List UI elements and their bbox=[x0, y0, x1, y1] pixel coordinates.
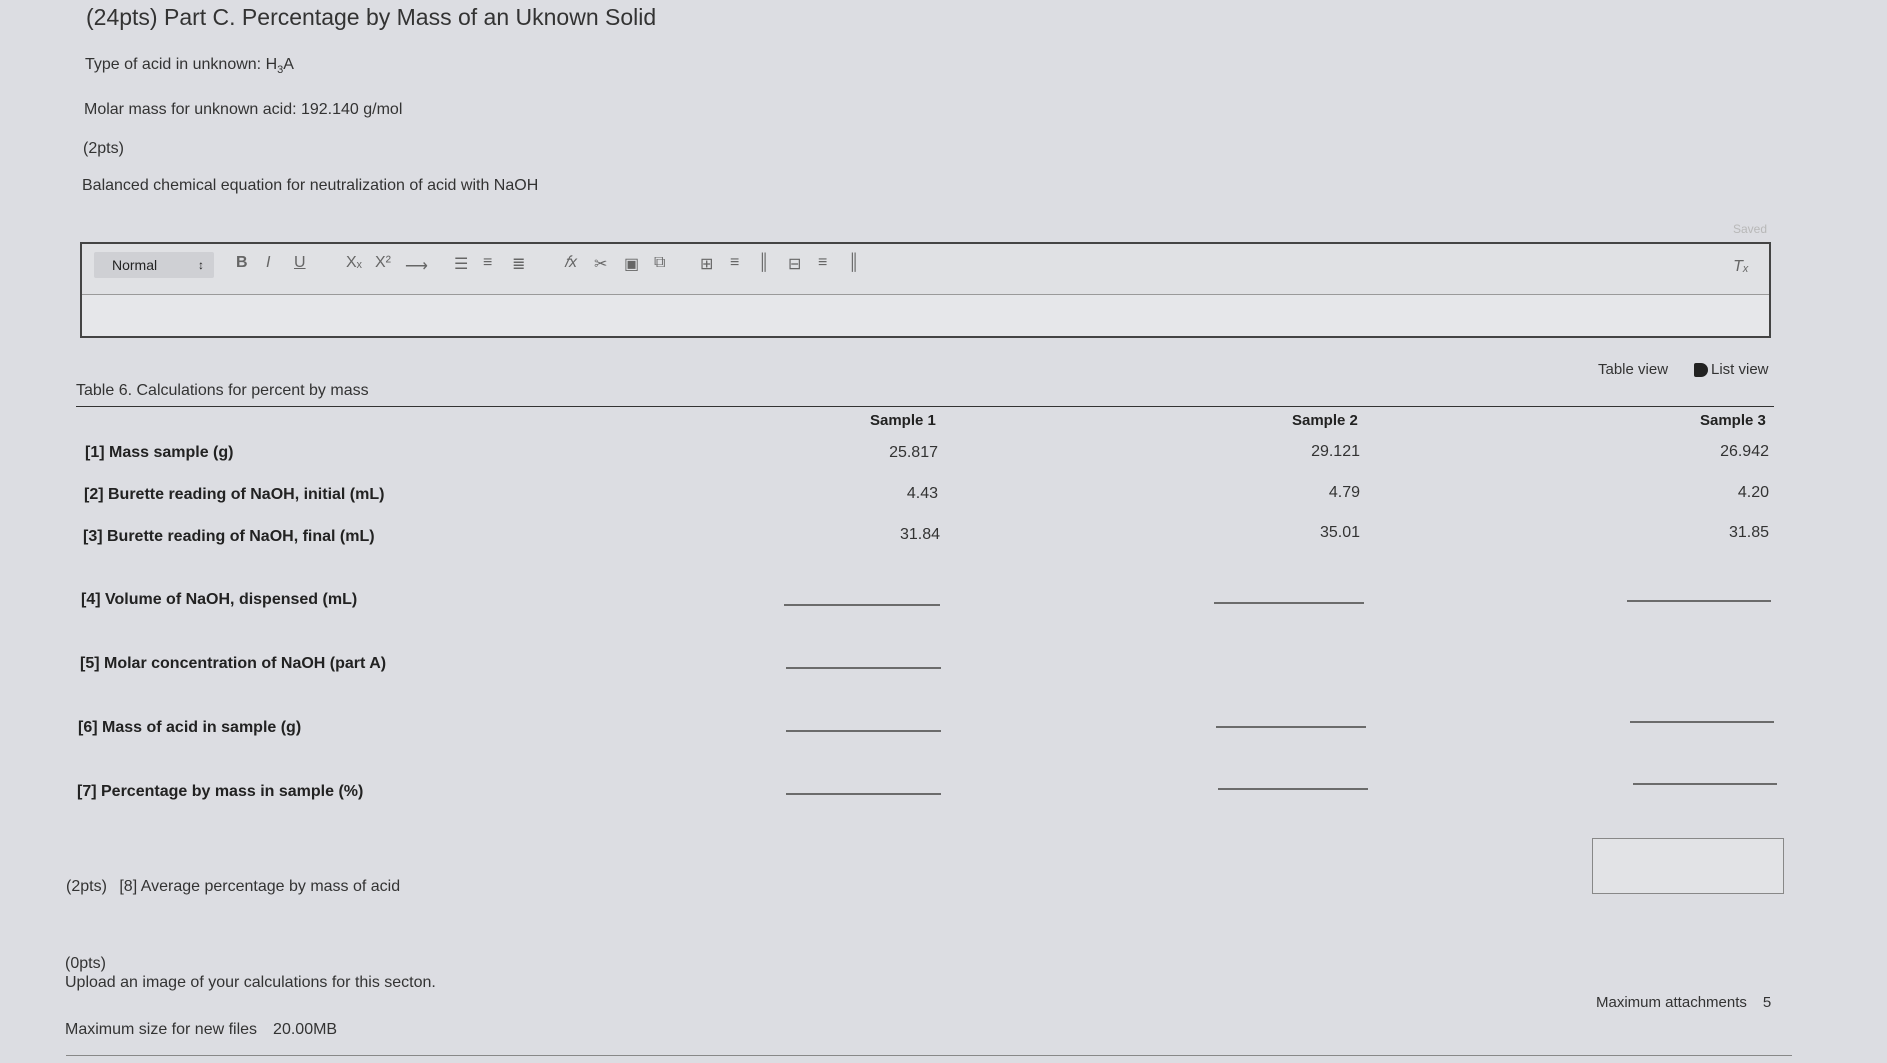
image-icon[interactable]: ▣ bbox=[624, 254, 639, 274]
input-volume-sample-3[interactable] bbox=[1627, 600, 1771, 602]
row-label-naoh-concentration: [5] Molar concentration of NaOH (part A) bbox=[80, 655, 387, 672]
average-points: (2pts) bbox=[66, 878, 107, 895]
cell-final-sample-2: 35.01 bbox=[1319, 524, 1360, 541]
cell-initial-sample-3: 4.20 bbox=[1737, 484, 1769, 501]
acid-type: Type of acid in unknown: H3A bbox=[85, 56, 294, 76]
link-icon[interactable]: ✂ bbox=[594, 254, 607, 274]
italic-button[interactable]: I bbox=[266, 254, 270, 272]
editor-toolbar: Normal ↕ B I U Xₓ X² ⟶ ☰ ≡ ≣ 𝑓x ✂ ▣ ⧉ ⊞ ≡… bbox=[82, 244, 1769, 295]
arrow-button[interactable]: ⟶ bbox=[405, 256, 428, 276]
list-view-label: List view bbox=[1711, 361, 1769, 378]
row-label-mass-sample: [1] Mass sample (g) bbox=[85, 444, 234, 461]
input-concentration-sample-1[interactable] bbox=[786, 667, 941, 669]
list-view-option[interactable]: List view bbox=[1694, 361, 1769, 378]
equation-points: (2pts) bbox=[83, 140, 124, 157]
insert-row-above-icon[interactable]: ≡ bbox=[730, 254, 739, 272]
saved-indicator: Saved bbox=[1732, 222, 1767, 236]
section-title: (24pts) Part C. Percentage by Mass of an… bbox=[86, 4, 657, 30]
upload-points: (0pts) bbox=[65, 955, 106, 972]
cell-mass-sample-3: 26.942 bbox=[1720, 443, 1769, 460]
merge-cells-icon[interactable]: ⊟ bbox=[788, 254, 801, 274]
input-mass-acid-sample-2[interactable] bbox=[1216, 726, 1366, 728]
ordered-list-icon[interactable]: ☰ bbox=[454, 254, 468, 274]
toggle-switch-icon[interactable] bbox=[1694, 363, 1708, 378]
format-select[interactable]: Normal ↕ bbox=[94, 252, 214, 278]
subscript-button[interactable]: Xₓ bbox=[346, 254, 362, 272]
clear-format-icon[interactable]: Tₓ bbox=[1733, 258, 1749, 276]
cell-initial-sample-1: 4.43 bbox=[906, 485, 938, 502]
input-volume-sample-2[interactable] bbox=[1214, 602, 1364, 604]
upload-area-border[interactable] bbox=[66, 1055, 1792, 1056]
equation-editor: Normal ↕ B I U Xₓ X² ⟶ ☰ ≡ ≣ 𝑓x ✂ ▣ ⧉ ⊞ ≡… bbox=[80, 242, 1771, 338]
input-volume-sample-1[interactable] bbox=[784, 604, 940, 606]
column-header-sample-1: Sample 1 bbox=[870, 412, 936, 429]
input-percentage-sample-3[interactable] bbox=[1633, 783, 1777, 785]
row-label-mass-acid: [6] Mass of acid in sample (g) bbox=[78, 719, 302, 736]
max-attachments: Maximum attachments 5 bbox=[1596, 994, 1772, 1011]
insert-column-left-icon[interactable]: ║ bbox=[758, 254, 769, 272]
row-label-burette-final: [3] Burette reading of NaOH, final (mL) bbox=[83, 528, 375, 545]
unordered-list-icon[interactable]: ≡ bbox=[483, 254, 492, 272]
column-header-sample-2: Sample 2 bbox=[1292, 412, 1358, 429]
table-top-rule bbox=[76, 406, 1774, 407]
equation-prompt: Balanced chemical equation for neutraliz… bbox=[82, 177, 539, 194]
cell-final-sample-1: 31.84 bbox=[899, 526, 940, 543]
editor-input[interactable] bbox=[82, 295, 1769, 336]
input-percentage-sample-2[interactable] bbox=[1218, 788, 1368, 790]
superscript-button[interactable]: X² bbox=[375, 254, 391, 272]
align-icon[interactable]: ≣ bbox=[512, 254, 525, 274]
molar-mass: Molar mass for unknown acid: 192.140 g/m… bbox=[84, 101, 403, 118]
cell-initial-sample-2: 4.79 bbox=[1328, 484, 1360, 501]
average-label: [8] Average percentage by mass of acid bbox=[119, 878, 401, 895]
insert-column-right-icon[interactable]: ║ bbox=[848, 254, 859, 272]
row-label-burette-initial: [2] Burette reading of NaOH, initial (mL… bbox=[84, 486, 385, 503]
average-input[interactable] bbox=[1592, 838, 1784, 894]
average-row: (2pts) [8] Average percentage by mass of… bbox=[66, 878, 400, 896]
embed-icon[interactable]: ⧉ bbox=[654, 254, 665, 272]
table-icon[interactable]: ⊞ bbox=[700, 254, 713, 274]
updown-icon: ↕ bbox=[198, 258, 204, 272]
table-caption: Table 6. Calculations for percent by mas… bbox=[76, 382, 369, 399]
cell-mass-sample-1: 25.817 bbox=[889, 444, 938, 461]
input-percentage-sample-1[interactable] bbox=[786, 793, 941, 795]
underline-button[interactable]: U bbox=[294, 254, 306, 272]
upload-prompt: Upload an image of your calculations for… bbox=[65, 974, 436, 991]
row-label-percentage-mass: [7] Percentage by mass in sample (%) bbox=[77, 783, 364, 800]
formula-icon[interactable]: 𝑓x bbox=[564, 254, 577, 272]
max-file-size: Maximum size for new files 20.00MB bbox=[65, 1021, 338, 1038]
acid-type-label: Type of acid in unknown: bbox=[85, 56, 262, 73]
column-header-sample-3: Sample 3 bbox=[1700, 412, 1766, 429]
bold-button[interactable]: B bbox=[236, 254, 248, 272]
cell-mass-sample-2: 29.121 bbox=[1311, 443, 1360, 460]
insert-row-below-icon[interactable]: ≡ bbox=[818, 254, 827, 272]
input-mass-acid-sample-1[interactable] bbox=[786, 730, 941, 732]
input-mass-acid-sample-3[interactable] bbox=[1630, 721, 1774, 723]
table-view-option[interactable]: Table view bbox=[1598, 361, 1668, 378]
row-label-volume-dispensed: [4] Volume of NaOH, dispensed (mL) bbox=[81, 591, 358, 608]
cell-final-sample-3: 31.85 bbox=[1728, 524, 1769, 541]
acid-formula: H3A bbox=[265, 56, 294, 77]
